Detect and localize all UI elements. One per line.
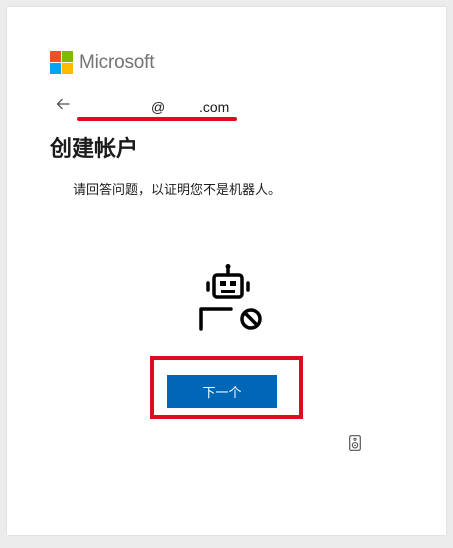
speaker-icon[interactable]: [349, 435, 361, 451]
email-domain-part: .com: [199, 99, 230, 115]
robot-blocked-icon: [199, 264, 262, 331]
back-button[interactable]: [55, 95, 73, 113]
microsoft-logo: Microsoft: [50, 51, 154, 74]
brand-name: Microsoft: [79, 51, 155, 73]
signup-card: Microsoft @ .com 创建帐户 请回答问题，以证明您不是机器人。 下…: [7, 7, 446, 535]
email-user-part: @: [151, 99, 166, 115]
instruction-text: 请回答问题，以证明您不是机器人。: [73, 183, 282, 198]
page-title: 创建帐户: [50, 137, 139, 162]
next-button[interactable]: 下一个: [167, 375, 277, 408]
microsoft-logo-icon: [50, 51, 73, 74]
arrow-left-icon: [56, 98, 70, 110]
redaction-underline: [77, 117, 237, 121]
identity-banner: @ .com: [55, 95, 245, 121]
